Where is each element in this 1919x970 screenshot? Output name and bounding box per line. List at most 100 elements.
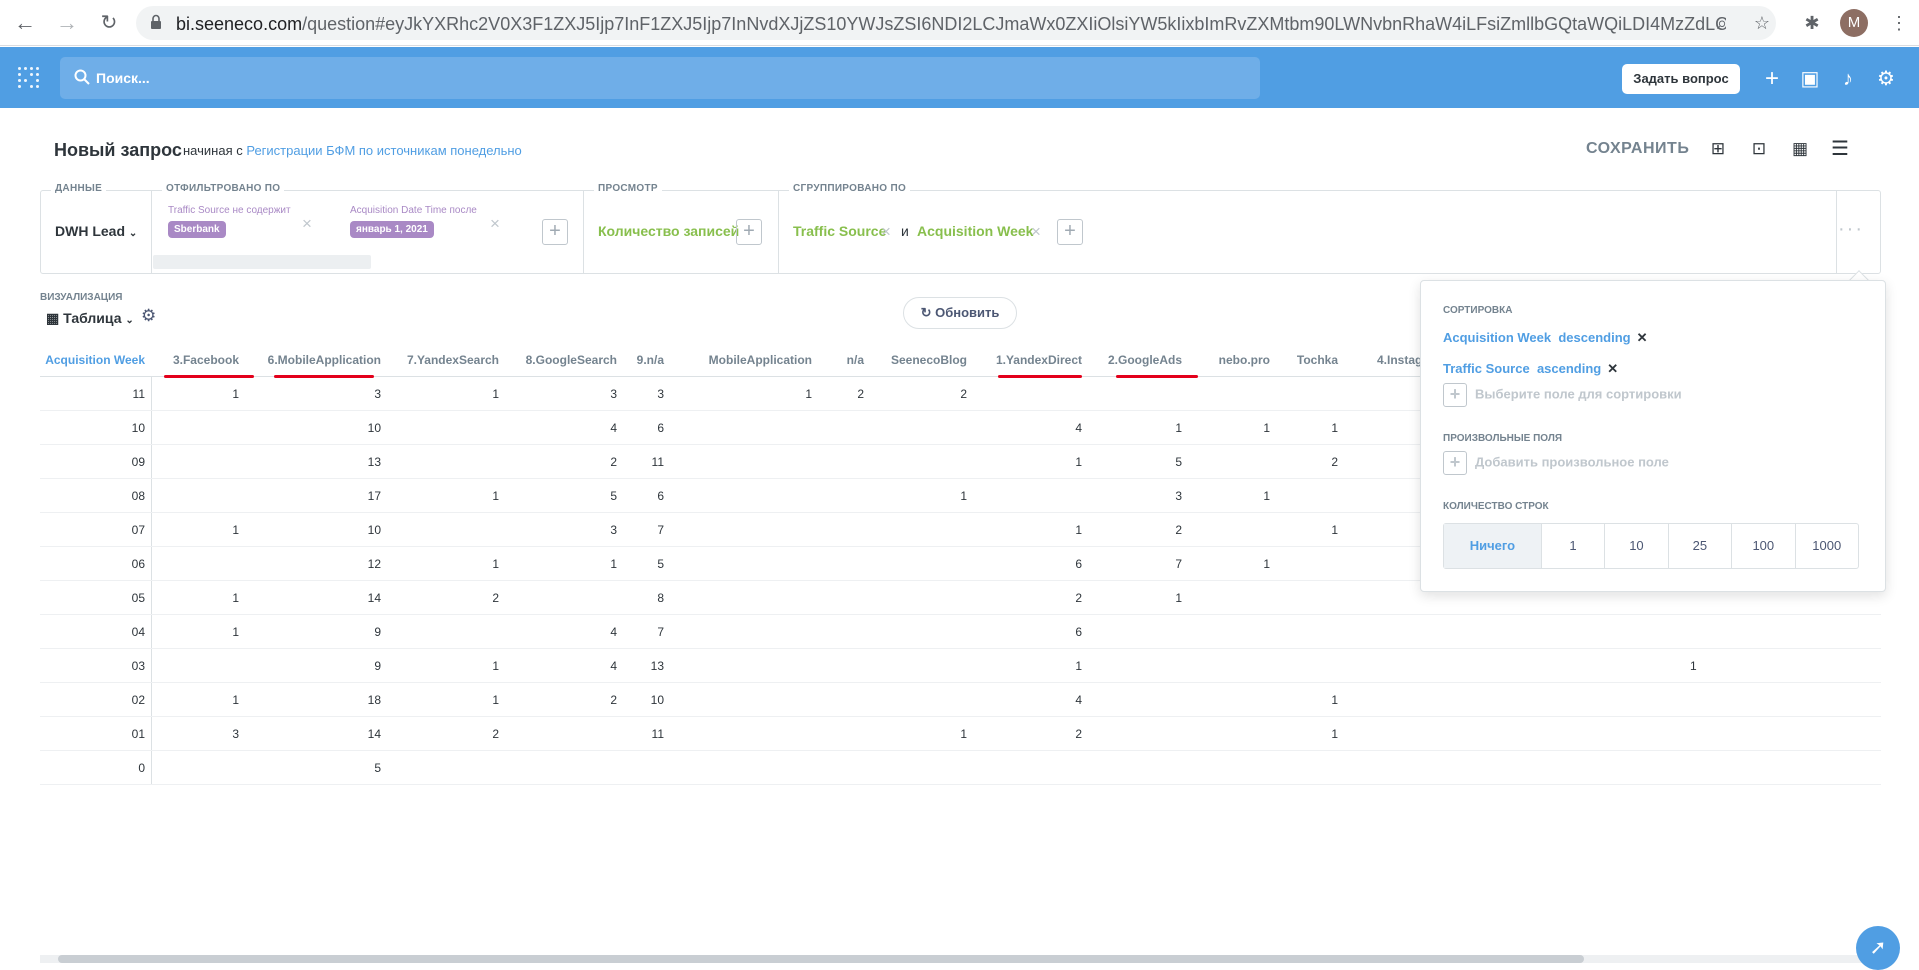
count-cell[interactable]: 5 xyxy=(1175,445,1182,479)
count-cell[interactable]: 4 xyxy=(610,615,617,649)
global-search[interactable] xyxy=(60,57,1260,99)
count-cell[interactable]: 2 xyxy=(492,581,499,615)
count-cell[interactable]: 1 xyxy=(492,683,499,717)
remove-group-1-icon[interactable]: × xyxy=(881,223,891,240)
sort-item-1[interactable]: Acquisition Week descending ✕ xyxy=(1443,330,1648,346)
count-cell[interactable]: 2 xyxy=(1075,581,1082,615)
count-cell[interactable]: 10 xyxy=(368,513,381,547)
count-cell[interactable]: 1 xyxy=(492,479,499,513)
count-cell[interactable]: 4 xyxy=(610,411,617,445)
week-cell[interactable]: 03 xyxy=(132,649,145,683)
count-cell[interactable]: 1 xyxy=(232,377,239,411)
week-cell[interactable]: 02 xyxy=(132,683,145,717)
count-cell[interactable]: 1 xyxy=(1331,717,1338,751)
column-header[interactable]: nebo.pro xyxy=(1219,344,1270,376)
column-header[interactable]: MobileApplication xyxy=(709,344,812,376)
more-options-icon[interactable]: ··· xyxy=(1838,218,1864,241)
menu-dots-icon[interactable]: ⋮ xyxy=(1886,10,1912,36)
save-button[interactable]: СОХРАНИТЬ xyxy=(1586,140,1689,158)
count-cell[interactable]: 3 xyxy=(610,377,617,411)
count-cell[interactable]: 6 xyxy=(657,479,664,513)
week-cell[interactable]: 01 xyxy=(132,717,145,751)
count-cell[interactable]: 1 xyxy=(1690,649,1697,683)
count-cell[interactable]: 6 xyxy=(657,411,664,445)
count-cell[interactable]: 1 xyxy=(492,377,499,411)
count-cell[interactable]: 3 xyxy=(374,377,381,411)
count-cell[interactable]: 5 xyxy=(657,547,664,581)
gear-icon[interactable]: ⚙ xyxy=(1873,66,1899,92)
count-cell[interactable]: 18 xyxy=(368,683,381,717)
count-cell[interactable]: 9 xyxy=(374,615,381,649)
week-cell[interactable]: 06 xyxy=(132,547,145,581)
add-group-button[interactable]: + xyxy=(1057,219,1083,245)
filter-1-value[interactable]: Sberbank xyxy=(168,221,226,238)
count-cell[interactable]: 4 xyxy=(1075,683,1082,717)
column-header[interactable]: n/a xyxy=(847,344,864,376)
count-cell[interactable]: 6 xyxy=(1075,615,1082,649)
zoom-icon[interactable]: ⌕ xyxy=(1709,10,1735,36)
filter-1-name[interactable]: Traffic Source не содержит xyxy=(168,205,291,216)
count-cell[interactable]: 2 xyxy=(857,377,864,411)
star-icon[interactable]: ☆ xyxy=(1749,10,1775,36)
count-cell[interactable]: 1 xyxy=(232,581,239,615)
metric-count[interactable]: Количество записей xyxy=(598,223,739,239)
row-limit-option[interactable]: 25 xyxy=(1669,524,1733,568)
count-cell[interactable]: 1 xyxy=(1263,479,1270,513)
count-cell[interactable]: 1 xyxy=(610,547,617,581)
count-cell[interactable]: 11 xyxy=(652,717,664,751)
count-cell[interactable]: 3 xyxy=(1175,479,1182,513)
column-header[interactable]: Tochka xyxy=(1297,344,1338,376)
count-cell[interactable]: 1 xyxy=(805,377,812,411)
row-limit-option[interactable]: 1 xyxy=(1542,524,1606,568)
add-sort-button[interactable]: + Выберите поле для сортировки xyxy=(1443,383,1682,407)
refresh-button[interactable]: ↻ Обновить xyxy=(903,297,1017,329)
add-filter-button[interactable]: + xyxy=(542,219,568,245)
count-cell[interactable]: 1 xyxy=(1331,683,1338,717)
back-arrow-icon[interactable]: ← xyxy=(12,10,38,36)
count-cell[interactable]: 1 xyxy=(1331,411,1338,445)
count-cell[interactable]: 14 xyxy=(368,581,381,615)
notebook-icon[interactable]: ▦ xyxy=(1788,137,1812,161)
address-bar[interactable]: bi.seeneco.com/question#eyJkYXRhc2V0X3F1… xyxy=(136,6,1776,40)
count-cell[interactable]: 1 xyxy=(960,717,967,751)
count-cell[interactable]: 12 xyxy=(368,547,381,581)
column-header[interactable]: Acquisition Week xyxy=(45,344,145,376)
count-cell[interactable]: 10 xyxy=(368,411,381,445)
count-cell[interactable]: 7 xyxy=(657,615,664,649)
remove-group-2-icon[interactable]: × xyxy=(1031,223,1041,240)
count-cell[interactable]: 9 xyxy=(374,649,381,683)
count-cell[interactable]: 1 xyxy=(232,513,239,547)
count-cell[interactable]: 13 xyxy=(651,649,664,683)
count-cell[interactable]: 5 xyxy=(374,751,381,785)
filter-2-value[interactable]: январь 1, 2021 xyxy=(350,221,434,238)
count-cell[interactable]: 14 xyxy=(368,717,381,751)
forward-arrow-icon[interactable]: → xyxy=(54,10,80,36)
group-traffic-source[interactable]: Traffic Source xyxy=(793,223,886,239)
sql-editor-icon[interactable]: ⊡ xyxy=(1747,137,1771,161)
count-cell[interactable]: 1 xyxy=(960,479,967,513)
column-header[interactable]: SeenecoBlog xyxy=(891,344,967,376)
count-cell[interactable]: 3 xyxy=(232,717,239,751)
count-cell[interactable]: 2 xyxy=(1075,717,1082,751)
week-cell[interactable]: 10 xyxy=(132,411,145,445)
reload-icon[interactable]: ↻ xyxy=(96,10,122,36)
column-header[interactable]: 4.Instag xyxy=(1377,344,1422,376)
count-cell[interactable]: 2 xyxy=(610,683,617,717)
row-limit-option[interactable]: 1000 xyxy=(1796,524,1858,568)
viz-settings-gear-icon[interactable]: ⚙ xyxy=(141,306,161,326)
column-header[interactable]: 8.GoogleSearch xyxy=(526,344,617,376)
search-input[interactable] xyxy=(96,65,1196,91)
count-cell[interactable]: 1 xyxy=(1175,581,1182,615)
compass-fab-icon[interactable]: ➚ xyxy=(1856,926,1900,970)
column-header[interactable]: 2.GoogleAds xyxy=(1108,344,1182,376)
browse-data-icon[interactable]: ▣ xyxy=(1797,66,1823,92)
bell-icon[interactable]: ♪ xyxy=(1835,66,1861,92)
count-cell[interactable]: 17 xyxy=(368,479,381,513)
add-metric-button[interactable]: + xyxy=(736,219,762,245)
count-cell[interactable]: 2 xyxy=(960,377,967,411)
row-limit-option[interactable]: 100 xyxy=(1732,524,1796,568)
week-cell[interactable]: 09 xyxy=(132,445,145,479)
count-cell[interactable]: 1 xyxy=(1075,513,1082,547)
count-cell[interactable]: 1 xyxy=(492,649,499,683)
remove-sort-1-icon[interactable]: ✕ xyxy=(1637,330,1648,345)
